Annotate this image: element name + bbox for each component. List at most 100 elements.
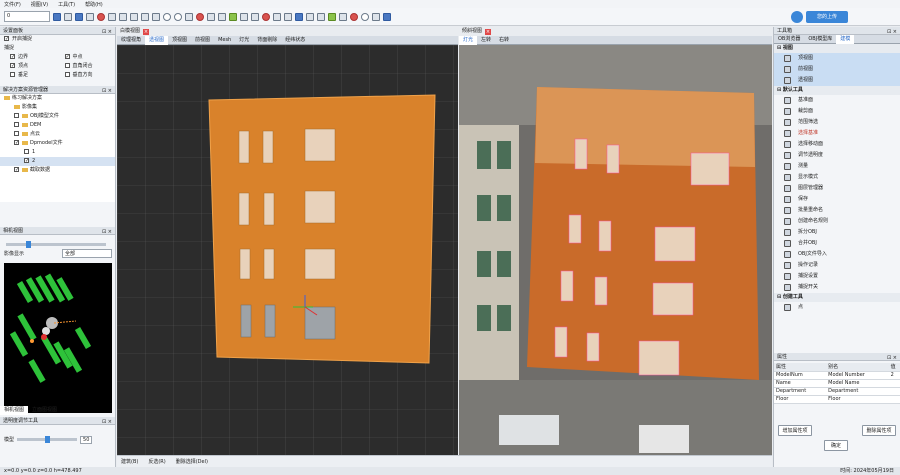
tool-item[interactable]: 选择移动面 bbox=[774, 139, 900, 150]
transparency-value[interactable]: 50 bbox=[80, 435, 93, 444]
tool-item[interactable]: 前视图 bbox=[774, 64, 900, 75]
snap-checkbox[interactable] bbox=[10, 62, 15, 71]
menu-tools[interactable]: 工具(T) bbox=[58, 1, 75, 8]
measure-icon[interactable] bbox=[339, 12, 347, 21]
circle-icon[interactable] bbox=[163, 12, 171, 21]
attr-cell[interactable]: Model Name bbox=[826, 379, 889, 388]
tool-item[interactable]: 捕捉开关 bbox=[774, 282, 900, 293]
snap-option[interactable]: 垂足 bbox=[6, 71, 61, 80]
close-icon[interactable]: × bbox=[143, 28, 150, 35]
tab-camera-view[interactable]: 相机视图 bbox=[0, 406, 29, 415]
plane-icon[interactable] bbox=[229, 12, 237, 21]
attr-cell[interactable] bbox=[888, 379, 900, 388]
snap-checkbox[interactable] bbox=[10, 72, 15, 77]
tool-item[interactable]: 批量重命名 bbox=[774, 205, 900, 216]
delete-attr-button[interactable]: 删除属性项 bbox=[862, 425, 896, 436]
menu-file[interactable]: 文件(F) bbox=[4, 1, 21, 8]
snap-option[interactable]: 边界 bbox=[6, 53, 61, 62]
tree-item[interactable]: 截取数据 bbox=[0, 166, 115, 175]
tool-group-header[interactable]: ⊟ 创建工具 bbox=[774, 293, 900, 302]
copy-icon[interactable] bbox=[306, 12, 314, 21]
attr-row[interactable]: ModelNum Model Number 2 bbox=[774, 371, 900, 380]
square-icon[interactable] bbox=[207, 12, 215, 21]
pin-icon[interactable]: ⊡ × bbox=[887, 28, 897, 36]
pin-icon[interactable]: ⊡ × bbox=[102, 87, 112, 95]
snap-option[interactable]: 中点 bbox=[61, 53, 116, 62]
undo-icon[interactable] bbox=[273, 12, 281, 21]
login-button[interactable]: 您的上传 bbox=[806, 11, 848, 23]
settings-icon[interactable] bbox=[383, 12, 391, 21]
tool-item[interactable]: 保存 bbox=[774, 194, 900, 205]
image-display-select[interactable]: 全部 bbox=[62, 249, 112, 258]
record-icon[interactable] bbox=[350, 12, 358, 21]
tab-top[interactable]: 顶视图 bbox=[168, 36, 191, 45]
wireframe-view[interactable]: 白模视图 × 纹理视角 透视图 顶视图 前视图 Mesh 灯光 背面剔除 经纬状态 bbox=[117, 27, 458, 455]
tree-item[interactable]: DEM bbox=[0, 121, 115, 130]
tree-item-selected[interactable]: 2 bbox=[0, 157, 115, 166]
attr-row[interactable]: Name Model Name bbox=[774, 379, 900, 388]
tab-light[interactable]: 灯光 bbox=[235, 36, 253, 45]
build-action[interactable]: 建筑(B) bbox=[121, 458, 138, 465]
camera-slider[interactable] bbox=[6, 241, 106, 248]
snap-option[interactable]: 垂直方向 bbox=[61, 71, 116, 80]
grid-icon[interactable] bbox=[64, 12, 72, 21]
select-icon[interactable] bbox=[53, 12, 61, 21]
tab-front[interactable]: 前视图 bbox=[191, 36, 214, 45]
tree-checkbox[interactable] bbox=[24, 149, 29, 154]
snap-option[interactable]: 直角闭合 bbox=[61, 62, 116, 71]
tab-texture[interactable]: 纹理视角 bbox=[117, 36, 145, 45]
cube-icon[interactable] bbox=[75, 12, 83, 21]
poly-icon[interactable] bbox=[185, 12, 193, 21]
rect-icon[interactable] bbox=[152, 12, 160, 21]
attr-cell[interactable]: Department bbox=[826, 387, 889, 396]
tool-item[interactable]: 基准面 bbox=[774, 95, 900, 106]
cross-icon[interactable] bbox=[218, 12, 226, 21]
transparency-knob[interactable] bbox=[44, 436, 50, 443]
close-icon[interactable]: × bbox=[485, 28, 492, 35]
invert-action[interactable]: 反选(R) bbox=[148, 458, 165, 465]
tool-item[interactable]: 拆分OBJ bbox=[774, 227, 900, 238]
tab-rotate-left[interactable]: 左转 bbox=[477, 36, 495, 45]
tool-item[interactable]: 选择基准 bbox=[774, 128, 900, 139]
oblique-view[interactable]: 倾斜视图 × 灯光 左转 右转 bbox=[459, 27, 772, 455]
move-icon[interactable] bbox=[86, 12, 94, 21]
delete-selection-action[interactable]: 删除选择(Del) bbox=[176, 458, 208, 465]
circle2-icon[interactable] bbox=[174, 12, 182, 21]
snap-checkbox[interactable] bbox=[64, 72, 70, 77]
tool-item[interactable]: 顶视图 bbox=[774, 53, 900, 64]
transparency-slider[interactable] bbox=[17, 436, 78, 443]
tab-mesh[interactable]: Mesh bbox=[214, 36, 235, 45]
tab-light[interactable]: 灯光 bbox=[459, 35, 478, 45]
attr-cell[interactable]: Floor bbox=[826, 395, 889, 404]
tree-item[interactable]: 影像集 bbox=[0, 103, 115, 112]
layer-combo[interactable]: 0 bbox=[4, 11, 50, 22]
enable-snap-checkbox[interactable] bbox=[4, 35, 9, 44]
camera-slider-knob[interactable] bbox=[26, 241, 31, 248]
layer-icon[interactable] bbox=[295, 12, 303, 21]
tool-item[interactable]: 捕捉设置 bbox=[774, 271, 900, 282]
tool-item[interactable]: 调节透明度 bbox=[774, 150, 900, 161]
tab-perspective[interactable]: 透视图 bbox=[145, 35, 169, 45]
tool-group-header[interactable]: ⊟ 视图 bbox=[774, 44, 900, 53]
pin-icon[interactable]: ⊡ × bbox=[887, 354, 897, 362]
enable-snap-row[interactable]: 开启捕捉 bbox=[0, 35, 115, 44]
tool-item[interactable]: 显示模式 bbox=[774, 172, 900, 183]
extrude-icon[interactable] bbox=[251, 12, 259, 21]
snap-icon[interactable] bbox=[240, 12, 248, 21]
tab-geo[interactable]: 经纬状态 bbox=[281, 36, 309, 45]
attr-row[interactable]: Department Department bbox=[774, 387, 900, 396]
add-attr-button[interactable]: 增加属性项 bbox=[778, 425, 812, 436]
pin-icon[interactable]: ⊡ × bbox=[102, 228, 112, 236]
scale-icon[interactable] bbox=[119, 12, 127, 21]
marker-icon[interactable] bbox=[196, 12, 204, 21]
ok-button[interactable]: 确定 bbox=[824, 440, 848, 451]
snap-checkbox[interactable] bbox=[64, 63, 70, 68]
tab-backface[interactable]: 背面剔除 bbox=[253, 36, 281, 45]
texture-icon[interactable] bbox=[328, 12, 336, 21]
tab-ob-browser[interactable]: OB浏览器 bbox=[774, 35, 804, 44]
rotate-icon[interactable] bbox=[108, 12, 116, 21]
cloud-icon[interactable] bbox=[791, 11, 803, 23]
tree-item[interactable]: 练习解决方案 bbox=[0, 94, 115, 103]
tree-checkbox[interactable] bbox=[14, 122, 19, 127]
attr-row[interactable]: Floor Floor bbox=[774, 395, 900, 404]
